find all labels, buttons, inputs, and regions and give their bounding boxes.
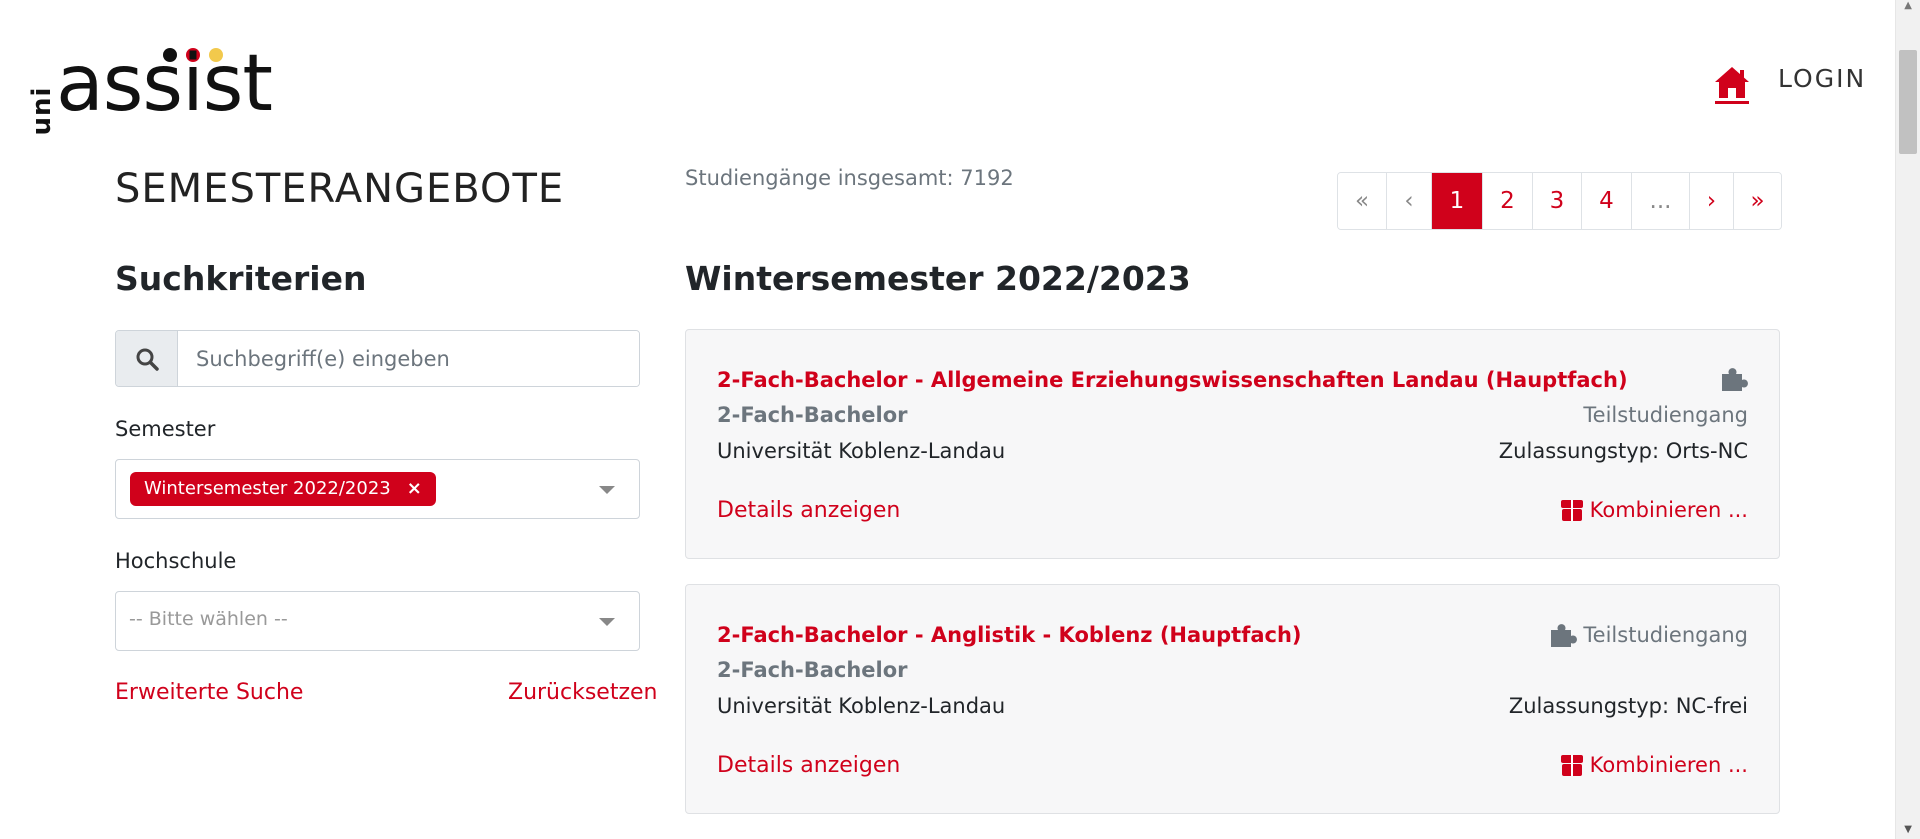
page-3[interactable]: 3 xyxy=(1533,173,1582,229)
search-criteria-title: Suchkriterien xyxy=(115,259,367,298)
hochschule-label: Hochschule xyxy=(115,549,237,573)
box-icon xyxy=(1560,755,1583,776)
search-icon[interactable] xyxy=(116,331,178,386)
page-ellipsis: ... xyxy=(1632,173,1690,229)
result-card: 2-Fach-Bachelor - Anglistik - Koblenz (H… xyxy=(685,584,1780,814)
puzzle-icon xyxy=(1551,624,1578,647)
details-link[interactable]: Details anzeigen xyxy=(717,498,900,523)
chevron-down-icon xyxy=(599,486,615,494)
card-title[interactable]: 2-Fach-Bachelor - Allgemeine Erziehungsw… xyxy=(717,368,1628,392)
uni-assist-logo[interactable]: uni assist xyxy=(26,39,276,136)
page-2[interactable]: 2 xyxy=(1483,173,1533,229)
card-title[interactable]: 2-Fach-Bachelor - Anglistik - Koblenz (H… xyxy=(717,623,1302,647)
card-university: Universität Koblenz-Landau xyxy=(717,439,1006,463)
card-university: Universität Koblenz-Landau xyxy=(717,694,1006,718)
card-type: Teilstudiengang xyxy=(1549,622,1748,648)
puzzle-icon xyxy=(1720,366,1748,392)
semester-select[interactable]: Wintersemester 2022/2023 × xyxy=(115,459,640,519)
search-group xyxy=(115,330,640,387)
combine-label: Kombinieren ... xyxy=(1589,753,1748,777)
card-admission: Zulassungstyp: NC-frei xyxy=(1508,694,1748,718)
logo-word: assist xyxy=(56,39,273,129)
page-prev[interactable]: ‹ xyxy=(1387,173,1432,229)
search-input[interactable] xyxy=(178,331,639,386)
scroll-up-arrow-icon[interactable]: ▲ xyxy=(1904,0,1912,11)
page-1[interactable]: 1 xyxy=(1432,173,1483,229)
page-next[interactable]: › xyxy=(1690,173,1734,229)
details-link[interactable]: Details anzeigen xyxy=(717,753,900,778)
reset-link[interactable]: Zurücksetzen xyxy=(508,680,658,705)
home-icon[interactable] xyxy=(1713,64,1751,106)
semester-label: Semester xyxy=(115,417,216,441)
hochschule-select[interactable]: -- Bitte wählen -- xyxy=(115,591,640,651)
card-degree: 2-Fach-Bachelor xyxy=(717,658,908,682)
result-card: 2-Fach-Bachelor - Allgemeine Erziehungsw… xyxy=(685,329,1780,559)
combine-link[interactable]: Kombinieren ... xyxy=(1560,498,1748,522)
scrollbar[interactable]: ▲ ▼ xyxy=(1895,0,1920,839)
page-title: SEMESTERANGEBOTE xyxy=(115,166,565,212)
scroll-down-arrow-icon[interactable]: ▼ xyxy=(1904,824,1912,835)
card-type: Teilstudiengang xyxy=(1583,403,1748,427)
card-type-label: Teilstudiengang xyxy=(1583,623,1748,647)
card-admission: Zulassungstyp: Orts-NC xyxy=(1498,439,1748,463)
semester-tag-label: Wintersemester 2022/2023 xyxy=(144,478,391,499)
combine-link[interactable]: Kombinieren ... xyxy=(1560,753,1748,777)
remove-tag-icon[interactable]: × xyxy=(407,472,422,506)
scroll-thumb[interactable] xyxy=(1899,50,1917,154)
logo-uni: uni xyxy=(27,86,57,136)
combine-label: Kombinieren ... xyxy=(1589,498,1748,522)
pagination: « ‹ 1 2 3 4 ... › » xyxy=(1337,172,1782,230)
hochschule-placeholder: -- Bitte wählen -- xyxy=(129,608,288,630)
semester-tag: Wintersemester 2022/2023 × xyxy=(130,472,436,506)
semester-heading: Wintersemester 2022/2023 xyxy=(685,259,1191,298)
page-last[interactable]: » xyxy=(1734,173,1781,229)
page-first[interactable]: « xyxy=(1338,173,1387,229)
box-icon xyxy=(1560,500,1583,521)
chevron-down-icon xyxy=(599,618,615,626)
login-link[interactable]: LOGIN xyxy=(1778,64,1866,93)
results-total: Studiengänge insgesamt: 7192 xyxy=(685,166,1014,190)
advanced-search-link[interactable]: Erweiterte Suche xyxy=(115,680,303,705)
card-degree: 2-Fach-Bachelor xyxy=(717,403,908,427)
page-4[interactable]: 4 xyxy=(1582,173,1632,229)
